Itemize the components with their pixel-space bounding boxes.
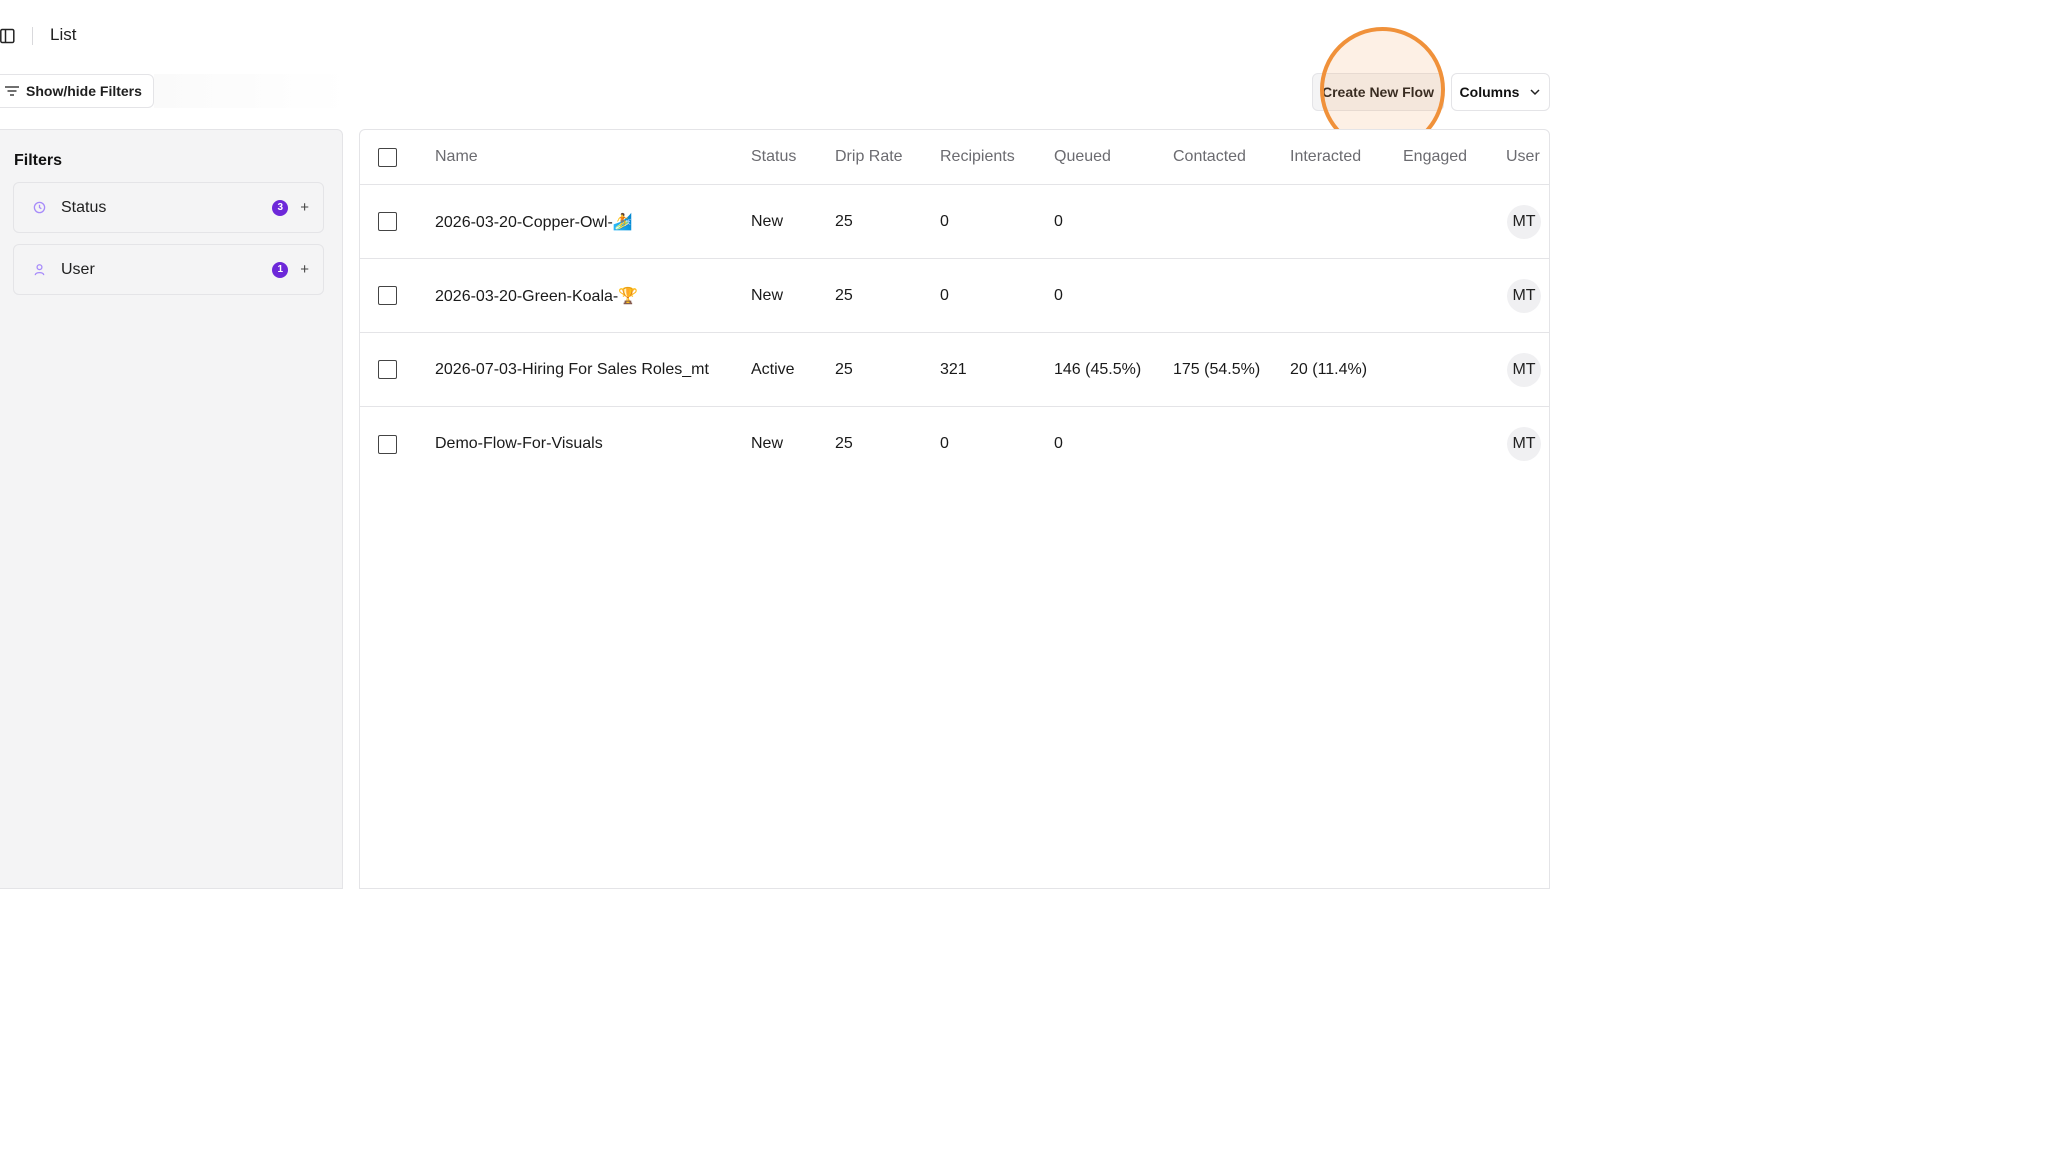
column-header-contacted[interactable]: Contacted: [1173, 130, 1246, 184]
avatar: MT: [1507, 278, 1541, 313]
column-header-drip-rate[interactable]: Drip Rate: [835, 130, 903, 184]
flow-contacted: 175 (54.5%): [1173, 360, 1261, 378]
column-header-name[interactable]: Name: [435, 130, 478, 184]
flow-queued: 0: [1054, 435, 1063, 452]
breadcrumb-separator: [32, 27, 33, 45]
clock-icon: [32, 201, 46, 215]
show-hide-filters-label: Show/hide Filters: [26, 83, 142, 99]
top-bar: List: [0, 0, 1560, 72]
flow-recipients: 0: [940, 212, 949, 230]
flow-name[interactable]: 2026-03-20-Green-Koala-🏆: [435, 259, 638, 332]
column-header-interacted[interactable]: Interacted: [1290, 130, 1361, 184]
breadcrumb[interactable]: List: [50, 25, 76, 45]
avatar: MT: [1507, 352, 1541, 387]
table-row[interactable]: 2026-03-20-Copper-Owl-🏄 New 25 0 0 MT: [360, 185, 1549, 259]
column-header-engaged[interactable]: Engaged: [1403, 130, 1467, 184]
filter-status-count-badge: 3: [272, 199, 289, 216]
column-header-status[interactable]: Status: [751, 130, 796, 184]
chevron-down-icon: [1530, 89, 1540, 96]
flow-drip-rate: 25: [835, 435, 853, 452]
flow-name[interactable]: 2026-03-20-Copper-Owl-🏄: [435, 185, 633, 258]
filter-user-count-badge: 1: [272, 261, 289, 278]
row-checkbox[interactable]: [378, 360, 397, 379]
flow-queued: 0: [1054, 212, 1063, 230]
flow-status: New: [751, 286, 784, 304]
flow-status: New: [751, 435, 784, 452]
flow-queued: 146 (45.5%): [1054, 360, 1142, 378]
table-row[interactable]: Demo-Flow-For-Visuals New 25 0 0 MT: [360, 407, 1549, 481]
column-header-user[interactable]: User: [1506, 130, 1540, 184]
row-checkbox[interactable]: [378, 212, 397, 231]
flow-interacted: 20 (11.4%): [1290, 360, 1368, 378]
filter-user[interactable]: User 1 +: [13, 244, 324, 295]
table-row[interactable]: 2026-07-03-Hiring For Sales Roles_mt Act…: [360, 333, 1549, 407]
column-header-recipients[interactable]: Recipients: [940, 130, 1015, 184]
plus-icon[interactable]: +: [300, 261, 309, 278]
columns-label: Columns: [1459, 84, 1520, 100]
flows-table: Name Status Drip Rate Recipients Queued …: [359, 129, 1550, 889]
flow-status: Active: [751, 360, 795, 378]
flow-status: New: [751, 212, 784, 230]
flow-drip-rate: 25: [835, 212, 853, 230]
avatar: MT: [1507, 427, 1541, 461]
page: List Show/hide Filters Create New Flow C…: [0, 0, 2065, 1153]
create-new-flow-button[interactable]: Create New Flow: [1312, 73, 1444, 111]
table-row[interactable]: 2026-03-20-Green-Koala-🏆 New 25 0 0 MT: [360, 259, 1549, 333]
filters-panel: Filters Status 3 + User 1 +: [0, 129, 343, 889]
plus-icon[interactable]: +: [300, 199, 309, 216]
row-checkbox[interactable]: [378, 286, 397, 305]
row-checkbox[interactable]: [378, 434, 397, 454]
filter-status[interactable]: Status 3 +: [13, 182, 324, 233]
avatar: MT: [1507, 204, 1541, 239]
create-new-flow-label: Create New Flow: [1321, 84, 1434, 100]
select-all-checkbox[interactable]: [378, 147, 397, 167]
column-header-queued[interactable]: Queued: [1054, 130, 1111, 184]
flow-name[interactable]: 2026-07-03-Hiring For Sales Roles_mt: [435, 333, 709, 406]
flow-drip-rate: 25: [835, 360, 853, 378]
select-all-cell: [378, 130, 397, 184]
filters-title: Filters: [14, 152, 63, 169]
filter-icon: [5, 86, 19, 96]
filter-user-label: User: [61, 260, 95, 278]
columns-button[interactable]: Columns: [1451, 73, 1550, 111]
flow-queued: 0: [1054, 286, 1063, 304]
filter-status-label: Status: [61, 198, 107, 216]
show-hide-filters-button[interactable]: Show/hide Filters: [0, 74, 154, 108]
toolbar-spacer: [154, 74, 350, 108]
user-icon: [32, 263, 46, 277]
flow-name[interactable]: Demo-Flow-For-Visuals: [435, 407, 603, 481]
flow-recipients: 0: [940, 286, 949, 304]
flow-recipients: 321: [940, 360, 967, 378]
flow-recipients: 0: [940, 435, 949, 452]
flow-drip-rate: 25: [835, 286, 853, 304]
sidebar-toggle-icon[interactable]: [0, 28, 16, 44]
table-header: Name Status Drip Rate Recipients Queued …: [360, 130, 1549, 185]
